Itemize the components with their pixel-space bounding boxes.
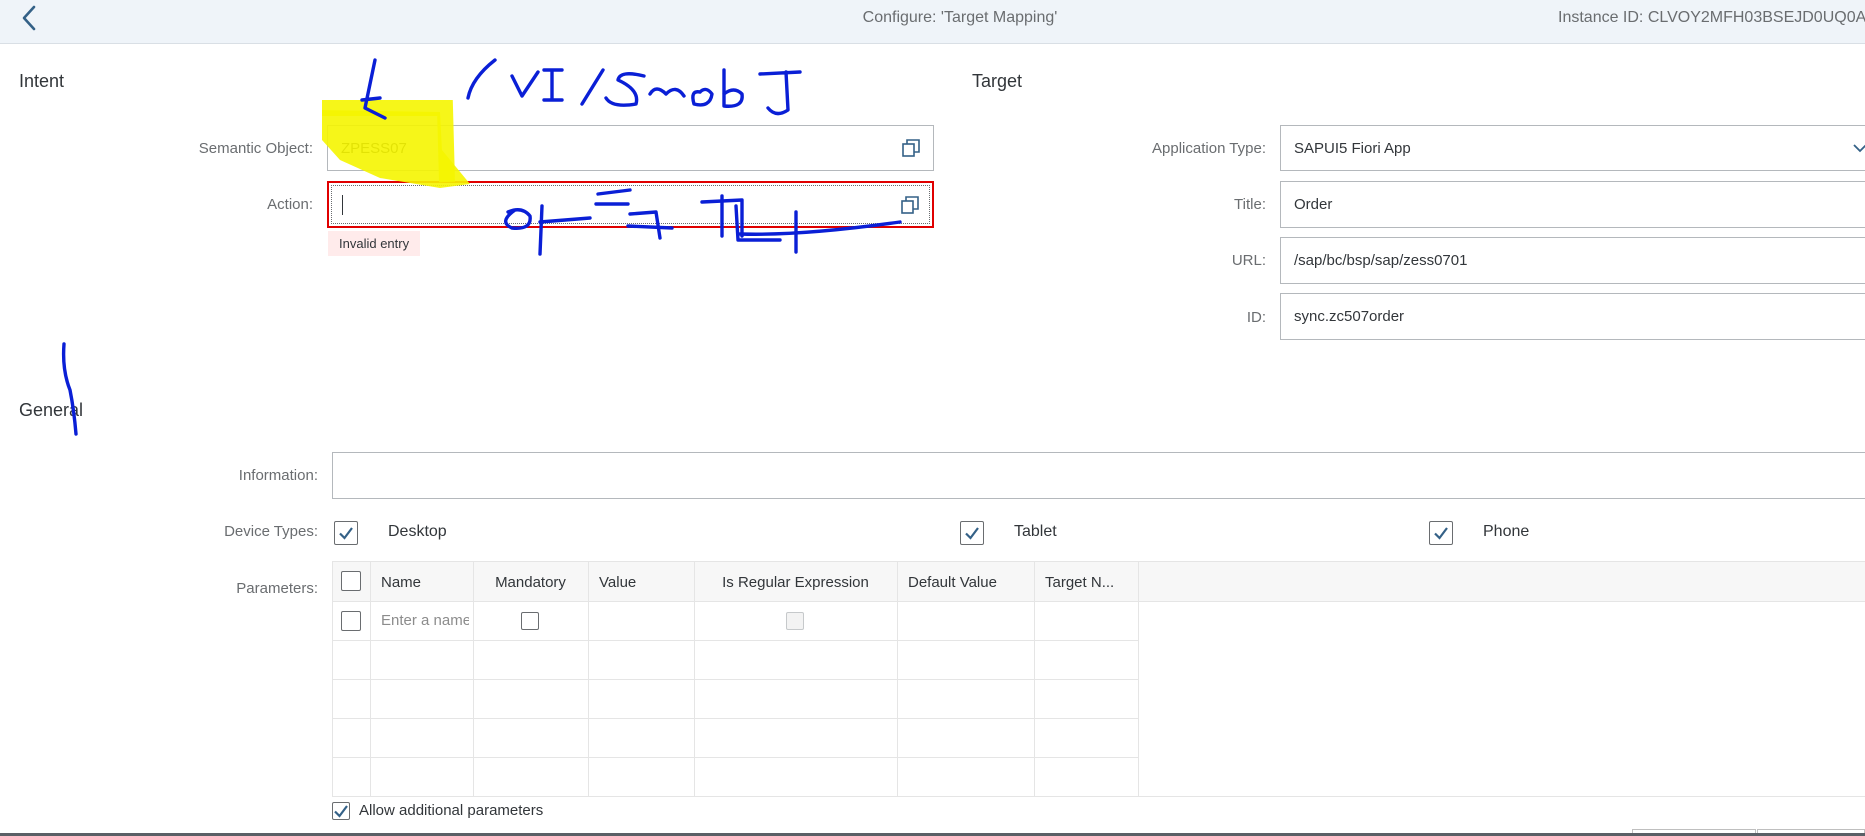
parameters-label: Parameters: (236, 580, 318, 597)
url-value: /sap/bc/bsp/sap/zess0701 (1294, 252, 1468, 269)
value-help-icon[interactable] (900, 195, 920, 215)
tablet-label: Tablet (1014, 523, 1057, 540)
target-section-title: Target (972, 71, 1023, 91)
chevron-left-icon (22, 5, 36, 31)
ink-stroke (758, 70, 802, 116)
checkmark-icon (965, 527, 979, 540)
information-input[interactable] (332, 452, 1865, 499)
allow-additional-parameters-checkbox[interactable] (332, 802, 350, 820)
phone-label: Phone (1483, 523, 1530, 540)
instance-id: Instance ID: CLVOY2MFH03BSEJD0UQ0A (1558, 9, 1865, 26)
action-error-message: Invalid entry (328, 231, 421, 256)
action-label: Action: (267, 196, 313, 213)
id-value: sync.zc507order (1294, 308, 1405, 325)
ink-stroke (542, 68, 564, 102)
page-title: Configure: 'Target Mapping' (862, 9, 1058, 26)
ink-stroke (360, 96, 382, 102)
device-types-label: Device Types: (224, 523, 318, 540)
url-input[interactable]: /sap/bc/bsp/sap/zess0701 (1280, 237, 1865, 284)
column-header-target-name[interactable]: Target N... (1045, 562, 1138, 602)
text-caret (342, 194, 343, 215)
select-all-checkbox[interactable] (341, 571, 361, 591)
checkmark-icon (339, 527, 353, 540)
information-label: Information: (238, 467, 318, 484)
url-label: URL: (1231, 252, 1266, 269)
title-label: Title: (1234, 196, 1266, 213)
checkmark-icon (1434, 527, 1448, 540)
general-section-title: General (19, 400, 84, 420)
column-header-value[interactable]: Value (599, 562, 694, 602)
application-type-select[interactable]: SAPUI5 Fiori App (1280, 125, 1865, 171)
back-button[interactable] (14, 2, 46, 34)
desktop-checkbox[interactable] (334, 521, 358, 545)
column-header-default-value[interactable]: Default Value (908, 562, 1034, 602)
tablet-checkbox[interactable] (960, 521, 984, 545)
ink-stroke (363, 58, 387, 120)
intent-section-title: Intent (19, 71, 65, 91)
ink-stroke (466, 58, 497, 100)
ink-stroke (648, 87, 686, 98)
ink-stroke (580, 68, 605, 106)
title-input[interactable]: Order (1280, 181, 1865, 228)
column-header-name[interactable]: Name (381, 562, 471, 602)
semantic-object-value: ZPESS07 (341, 139, 407, 157)
ink-stroke (722, 68, 744, 108)
column-header-mandatory[interactable]: Mandatory (473, 562, 588, 602)
action-input[interactable] (327, 181, 934, 228)
desktop-label: Desktop (388, 523, 447, 540)
chevron-down-icon[interactable] (1849, 140, 1865, 156)
checkmark-icon (334, 805, 348, 818)
ink-stroke (604, 72, 646, 107)
row-select-checkbox[interactable] (341, 611, 361, 631)
phone-checkbox[interactable] (1429, 521, 1453, 545)
application-type-value: SAPUI5 Fiori App (1294, 139, 1411, 157)
column-header-is-regular-expression[interactable]: Is Regular Expression (694, 562, 897, 602)
semantic-object-label: Semantic Object: (198, 140, 313, 157)
semantic-object-input[interactable]: ZPESS07 (327, 125, 934, 171)
application-type-label: Application Type: (1152, 140, 1266, 157)
mandatory-checkbox[interactable] (521, 612, 539, 630)
parameter-name-input[interactable]: Enter a name (381, 612, 469, 629)
parameters-table: Name Mandatory Value Is Regular Expressi… (332, 561, 1865, 797)
ink-stroke (691, 87, 714, 107)
allow-additional-parameters-label: Allow additional parameters (359, 802, 544, 819)
id-label: ID: (1246, 309, 1266, 326)
title-value: Order (1294, 196, 1333, 213)
is-regular-expression-checkbox (786, 612, 804, 630)
ink-stroke (510, 70, 540, 98)
id-input[interactable]: sync.zc507order (1280, 293, 1865, 340)
value-help-icon[interactable] (901, 138, 921, 158)
